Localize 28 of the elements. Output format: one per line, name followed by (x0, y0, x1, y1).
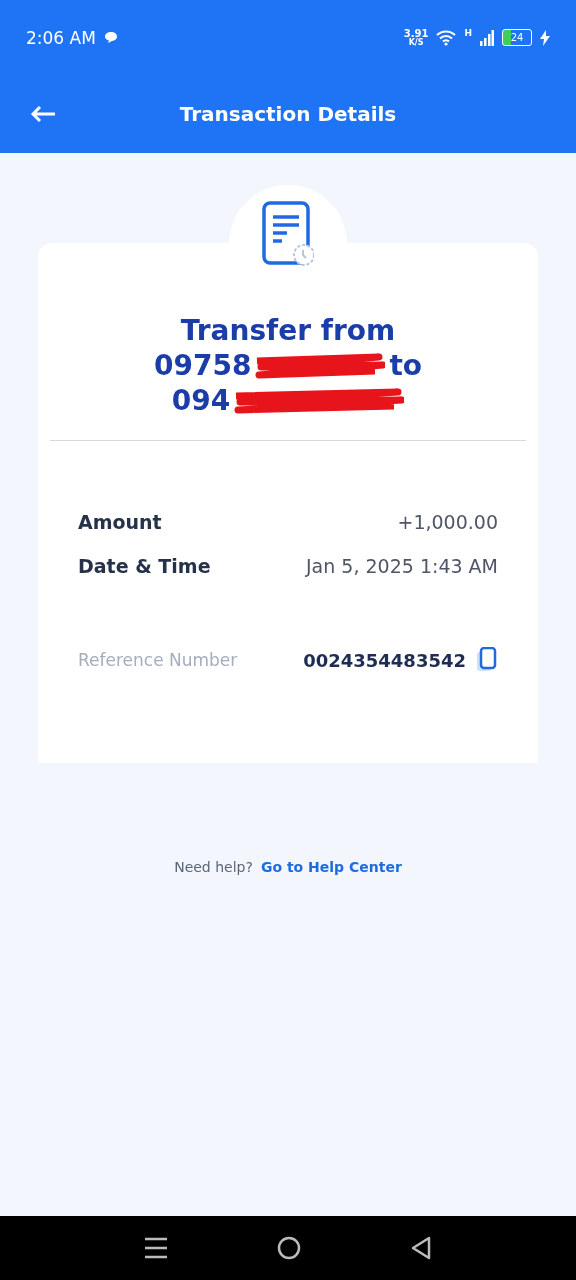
chat-bubble-icon (103, 31, 118, 44)
speed-unit: K/S (408, 38, 424, 47)
transfer-title: Transfer from (180, 313, 396, 348)
detail-label: Date & Time (78, 555, 211, 577)
document-clock-icon (262, 201, 314, 267)
reference-label: Reference Number (78, 650, 239, 670)
help-prompt: Need help? (174, 859, 253, 875)
network-speed: 3.91 (403, 28, 429, 39)
status-time: 2:06 AM (26, 27, 96, 48)
back-button[interactable] (30, 105, 56, 123)
home-button[interactable] (277, 1236, 301, 1260)
help-center-link[interactable]: Go to Help Center (260, 859, 402, 875)
recipient-number: 094 (171, 383, 231, 418)
wifi-icon (436, 29, 457, 46)
sender-number: 09758 (153, 348, 252, 383)
back-triangle-icon[interactable] (409, 1236, 432, 1260)
signal-icon (480, 29, 494, 46)
battery-indicator: 24 (502, 29, 532, 46)
joiner-text: to (389, 348, 422, 383)
menu-icon[interactable] (144, 1237, 169, 1259)
detail-value: Jan 5, 2025 1:43 AM (306, 555, 498, 577)
network-type: H (464, 28, 472, 38)
reference-value: 0024354483542 (303, 649, 466, 671)
detail-value: +1,000.00 (397, 511, 498, 533)
copy-icon[interactable] (476, 647, 498, 673)
page-title: Transaction Details (178, 102, 398, 126)
charging-icon (540, 29, 550, 46)
detail-label: Amount (78, 511, 162, 533)
